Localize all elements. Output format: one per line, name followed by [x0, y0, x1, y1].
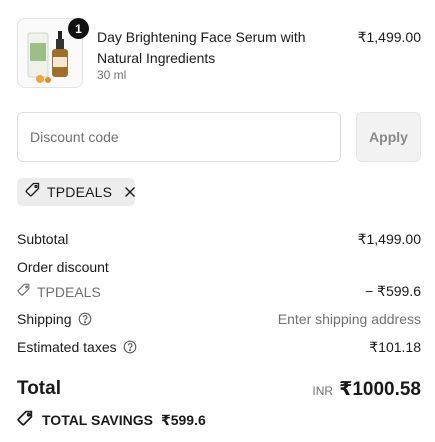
question-circle-icon[interactable] — [78, 312, 92, 326]
currency-code: INR — [312, 384, 334, 398]
subtotal-value: ₹1,499.00 — [357, 231, 421, 247]
product-thumbnail: 1 — [17, 18, 89, 88]
close-icon[interactable] — [124, 185, 136, 199]
product-price: ₹1,499.00 — [357, 29, 421, 45]
subtotal-row: Subtotal ₹1,499.00 — [17, 231, 421, 251]
shipping-row: Shipping Enter shipping address — [17, 311, 421, 331]
subtotal-label: Subtotal — [17, 231, 69, 247]
savings-value: ₹599.6 — [160, 411, 206, 428]
tag-icon — [17, 283, 31, 300]
shipping-label-group: Shipping — [17, 311, 92, 327]
quantity-badge: 1 — [68, 18, 89, 39]
shipping-label: Shipping — [17, 311, 72, 327]
question-circle-icon[interactable] — [123, 340, 137, 354]
total-amount: INR ₹1000.58 — [312, 378, 421, 401]
product-name: Day Brightening Face Serum with Natural … — [97, 29, 306, 66]
discount-value: − ₹599.6 — [364, 283, 421, 299]
discount-code-label: TPDEALS — [37, 283, 101, 300]
tag-icon — [25, 182, 41, 203]
total-savings: TOTAL SAVINGS ₹599.6 — [17, 410, 206, 430]
total-value: ₹1000.58 — [339, 379, 421, 400]
order-discount-label: Order discount — [17, 259, 109, 275]
order-discount-row: Order discount — [17, 259, 421, 279]
total-row: Total INR ₹1000.58 — [17, 378, 421, 404]
apply-discount-button[interactable]: Apply — [356, 112, 421, 162]
tag-icon — [17, 410, 34, 430]
savings-label: TOTAL SAVINGS — [42, 412, 153, 428]
discount-code-input[interactable] — [17, 112, 341, 162]
discount-form: Apply — [17, 112, 421, 162]
taxes-label-group: Estimated taxes — [17, 339, 137, 355]
total-label: Total — [17, 378, 61, 399]
taxes-label: Estimated taxes — [17, 339, 117, 355]
discount-code-row: TPDEALS − ₹599.6 — [17, 283, 421, 303]
discount-code-line: TPDEALS — [17, 283, 101, 300]
applied-discount-code: TPDEALS — [47, 184, 113, 200]
applied-discount-chip: TPDEALS — [17, 178, 136, 206]
shipping-value: Enter shipping address — [277, 311, 421, 327]
cart-line-item: 1 Day Brightening Face Serum with Natura… — [17, 18, 421, 88]
taxes-row: Estimated taxes ₹101.18 — [17, 339, 421, 359]
taxes-value: ₹101.18 — [369, 339, 421, 355]
product-variant: 30 ml — [97, 68, 127, 82]
